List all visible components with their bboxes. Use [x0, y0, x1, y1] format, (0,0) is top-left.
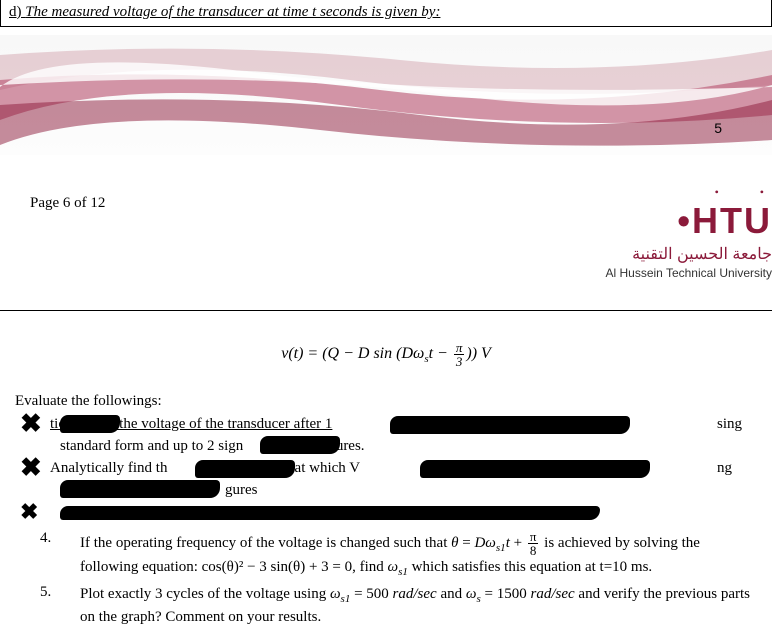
question-text: The measured voltage of the transducer a…: [25, 4, 440, 20]
logo-english: Al Hussein Technical University: [605, 266, 772, 280]
page-indicator: Page 6 of 12: [30, 195, 105, 212]
cross-out-icon: ✖: [20, 460, 50, 476]
banner-page-number: 5: [714, 120, 722, 136]
item-number: 5.: [40, 584, 80, 627]
redacted-fragment: gures: [225, 482, 258, 499]
item-content: Plot exactly 3 cycles of the voltage usi…: [80, 584, 757, 627]
list-item: 5. Plot exactly 3 cycles of the voltage …: [40, 584, 757, 627]
question-label: d): [9, 4, 22, 20]
cross-out-icon: ✖: [20, 416, 50, 432]
voltage-formula: v(t) = (Q − D sin (Dωst − π3)) V: [15, 341, 757, 368]
university-logo: • • •HTU جامعة الحسين التقنية Al Hussein…: [605, 185, 772, 280]
redacted-fragment: sing: [717, 416, 742, 433]
evaluate-heading: Evaluate the followings:: [15, 393, 757, 410]
item-content: If the operating frequency of the voltag…: [80, 530, 757, 580]
content-area: v(t) = (Q − D sin (Dωst − π3)) V Evaluat…: [0, 310, 772, 627]
top-question-box: d) The measured voltage of the transduce…: [0, 0, 772, 27]
redacted-fragment: standard form and up to 2 sign: [60, 438, 243, 455]
logo-dots: • •: [665, 185, 772, 200]
redacted-items: ✖ tically find the voltage of the transd…: [15, 414, 757, 522]
decorative-wave-banner: 5: [0, 35, 772, 155]
logo-arabic: جامعة الحسين التقنية: [605, 244, 772, 264]
question-list: 4. If the operating frequency of the vol…: [40, 530, 757, 627]
page-header: Page 6 of 12 • • •HTU جامعة الحسين التقن…: [0, 155, 772, 300]
logo-text: •HTU: [605, 200, 772, 242]
item-number: 4.: [40, 530, 80, 580]
cross-out-icon: ✖: [20, 504, 50, 520]
redacted-fragment: ng: [717, 460, 732, 477]
list-item: 4. If the operating frequency of the vol…: [40, 530, 757, 580]
redacted-fragment: Analytically find th: [50, 460, 167, 477]
